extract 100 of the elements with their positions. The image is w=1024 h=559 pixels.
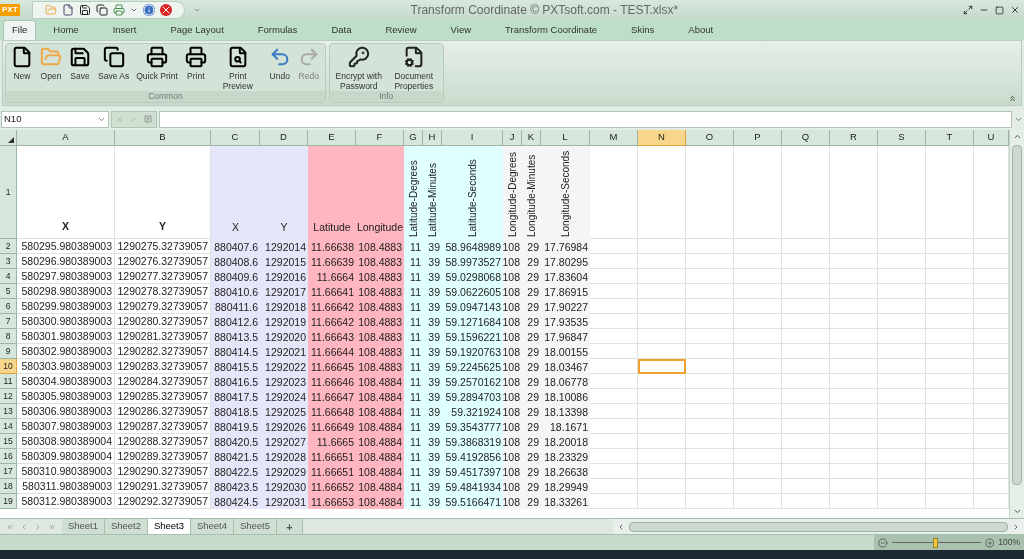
column-header[interactable]: O <box>686 130 734 146</box>
horizontal-scrollbar[interactable] <box>613 519 1024 534</box>
ribbon-tab[interactable]: Insert <box>95 20 154 40</box>
empty-cell[interactable] <box>830 464 878 479</box>
customize-caret-icon[interactable] <box>192 6 201 14</box>
column-header[interactable]: J <box>503 130 522 146</box>
column-header[interactable]: U <box>974 130 1009 146</box>
scroll-thumb[interactable] <box>629 521 1008 532</box>
empty-cell[interactable] <box>638 494 686 509</box>
ribbon-button[interactable]: Save As <box>95 44 133 91</box>
empty-cell[interactable] <box>734 464 782 479</box>
function-icon[interactable] <box>144 115 153 123</box>
ribbon-button[interactable]: Undo <box>265 44 294 91</box>
empty-cell[interactable] <box>878 269 926 284</box>
empty-cell[interactable] <box>926 374 974 389</box>
row-header[interactable]: 4 <box>0 269 17 284</box>
sheet-tab[interactable]: Sheet5 <box>234 519 277 534</box>
row-header[interactable]: 2 <box>0 239 17 254</box>
empty-cell[interactable] <box>782 269 830 284</box>
column-header[interactable]: P <box>734 130 782 146</box>
formula-field[interactable] <box>159 110 1012 128</box>
empty-cell[interactable] <box>782 434 830 449</box>
zoom-thumb[interactable] <box>933 537 939 548</box>
empty-cell[interactable] <box>878 254 926 269</box>
empty-cell[interactable] <box>830 389 878 404</box>
column-header[interactable]: R <box>830 130 878 146</box>
column-header[interactable]: S <box>878 130 926 146</box>
empty-cell[interactable] <box>830 344 878 359</box>
row-header[interactable]: 15 <box>0 434 17 449</box>
restore-icon[interactable] <box>995 5 1004 15</box>
row-header[interactable]: 17 <box>0 464 17 479</box>
empty-cell[interactable] <box>782 404 830 419</box>
empty-cell[interactable] <box>686 479 734 494</box>
empty-cell[interactable] <box>830 329 878 344</box>
empty-cell[interactable] <box>782 419 830 434</box>
empty-cell[interactable] <box>638 239 686 254</box>
empty-cell[interactable] <box>686 404 734 419</box>
empty-cell[interactable] <box>782 449 830 464</box>
empty-cell[interactable] <box>830 449 878 464</box>
empty-cell[interactable] <box>830 314 878 329</box>
empty-cell[interactable] <box>782 389 830 404</box>
empty-cell[interactable] <box>878 344 926 359</box>
empty-cell[interactable] <box>926 254 974 269</box>
empty-cell[interactable] <box>782 314 830 329</box>
column-header[interactable]: N <box>638 130 686 146</box>
scroll-up-icon[interactable] <box>1012 132 1022 141</box>
previous-sheet-icon[interactable] <box>20 522 28 531</box>
last-sheet-icon[interactable] <box>48 522 56 531</box>
row-header[interactable]: 6 <box>0 299 17 314</box>
empty-cell[interactable] <box>686 329 734 344</box>
empty-cell[interactable] <box>686 494 734 509</box>
add-sheet-button[interactable]: + <box>277 519 303 534</box>
column-header[interactable]: M <box>590 130 638 146</box>
empty-cell[interactable] <box>878 494 926 509</box>
empty-cell[interactable] <box>734 494 782 509</box>
empty-cell[interactable] <box>926 479 974 494</box>
ribbon-tab[interactable]: Transform Coordinate <box>488 20 615 40</box>
row-header[interactable]: 16 <box>0 449 17 464</box>
empty-cell[interactable] <box>734 314 782 329</box>
ribbon-tab[interactable]: Formulas <box>240 20 315 40</box>
active-cell[interactable] <box>638 359 686 374</box>
column-header[interactable]: F <box>356 130 404 146</box>
empty-cell[interactable] <box>830 479 878 494</box>
empty-cell[interactable] <box>686 434 734 449</box>
cancel-icon[interactable] <box>115 115 123 123</box>
empty-cell[interactable] <box>686 299 734 314</box>
empty-cell[interactable] <box>734 239 782 254</box>
ribbon-tab[interactable]: File <box>3 20 37 40</box>
select-all-corner[interactable] <box>0 130 17 146</box>
sheet-tab[interactable]: Sheet3 <box>148 519 191 534</box>
empty-cell[interactable] <box>638 479 686 494</box>
file-icon[interactable] <box>61 4 74 16</box>
empty-cell[interactable] <box>830 494 878 509</box>
ribbon-button[interactable]: Open <box>37 44 65 91</box>
column-header[interactable]: Q <box>782 130 830 146</box>
empty-cell[interactable] <box>638 269 686 284</box>
empty-cell[interactable] <box>926 419 974 434</box>
column-header[interactable]: I <box>442 130 503 146</box>
column-header[interactable]: C <box>211 130 260 146</box>
column-header[interactable]: B <box>115 130 211 146</box>
name-box[interactable]: N10 <box>1 110 109 128</box>
empty-cell[interactable] <box>782 284 830 299</box>
empty-cell[interactable] <box>878 434 926 449</box>
ribbon-button[interactable]: Print <box>181 44 210 91</box>
empty-cell[interactable] <box>686 464 734 479</box>
row-header[interactable]: 9 <box>0 344 17 359</box>
empty-cell[interactable] <box>782 344 830 359</box>
column-header[interactable]: K <box>522 130 541 146</box>
empty-cell[interactable] <box>782 494 830 509</box>
ribbon-button[interactable]: Quick Print <box>133 44 181 91</box>
row-header[interactable]: 5 <box>0 284 17 299</box>
empty-cell[interactable] <box>734 269 782 284</box>
row-header[interactable]: 12 <box>0 389 17 404</box>
sheet-tab[interactable]: Sheet2 <box>105 519 148 534</box>
empty-cell[interactable] <box>878 419 926 434</box>
empty-cell[interactable] <box>734 404 782 419</box>
empty-cell[interactable] <box>878 314 926 329</box>
ribbon-button[interactable]: New <box>8 44 36 91</box>
empty-cell[interactable] <box>638 284 686 299</box>
floppy-icon[interactable] <box>78 4 91 16</box>
